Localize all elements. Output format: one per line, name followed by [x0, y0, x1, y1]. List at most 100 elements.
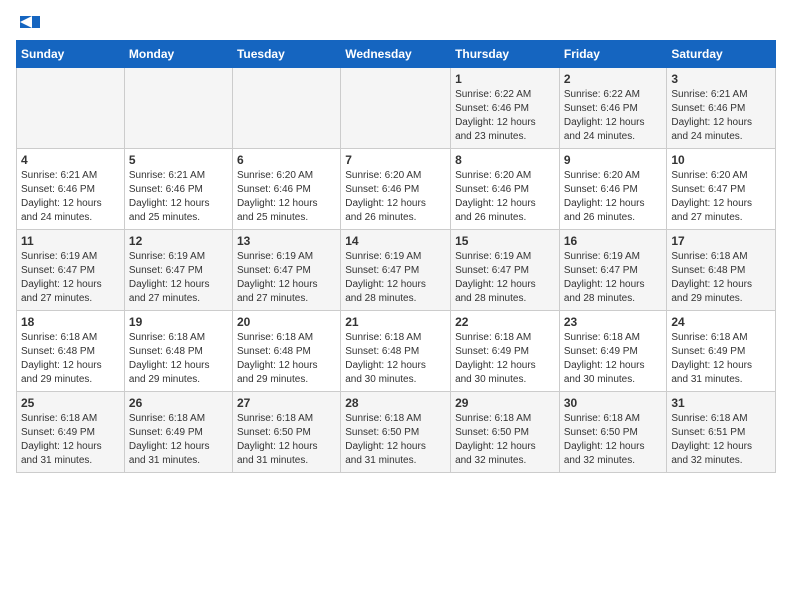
- calendar-cell: 11Sunrise: 6:19 AM Sunset: 6:47 PM Dayli…: [17, 230, 125, 311]
- calendar-cell: 13Sunrise: 6:19 AM Sunset: 6:47 PM Dayli…: [232, 230, 340, 311]
- calendar-cell: 31 Sunrise: 6:18 AM Sunset: 6:51 PM Dayli…: [667, 392, 776, 473]
- day-info: Sunrise: 6:18 AM Sunset: 6:49 PM Dayligh…: [455, 331, 555, 387]
- day-number: 20: [237, 315, 336, 329]
- day-info: Sunrise: 6:19 AM Sunset: 6:47 PM Dayligh…: [455, 250, 555, 306]
- calendar-cell: 17 Sunrise: 6:18 AM Sunset: 6:48 PM Dayli…: [667, 230, 776, 311]
- calendar-cell: 2Sunrise: 6:22 AM Sunset: 6:46 PM Daylig…: [559, 68, 667, 149]
- calendar-cell: 28 Sunrise: 6:18 AM Sunset: 6:50 PM Dayli…: [341, 392, 451, 473]
- calendar-cell: 5 Sunrise: 6:21 AM Sunset: 6:46 PM Daylig…: [124, 149, 232, 230]
- day-info: Sunrise: 6:20 AM Sunset: 6:46 PM Dayligh…: [564, 169, 663, 225]
- day-info: Sunrise: 6:18 AM Sunset: 6:49 PM Dayligh…: [129, 412, 228, 468]
- day-info: Sunrise: 6:22 AM Sunset: 6:46 PM Dayligh…: [455, 88, 555, 144]
- day-number: 6: [237, 153, 336, 167]
- day-info: Sunrise: 6:19 AM Sunset: 6:47 PM Dayligh…: [21, 250, 120, 306]
- day-number: 12: [129, 234, 228, 248]
- calendar-header: SundayMondayTuesdayWednesdayThursdayFrid…: [17, 41, 776, 68]
- header-day-monday: Monday: [124, 41, 232, 68]
- day-info: Sunrise: 6:18 AM Sunset: 6:48 PM Dayligh…: [345, 331, 446, 387]
- day-info: Sunrise: 6:18 AM Sunset: 6:48 PM Dayligh…: [237, 331, 336, 387]
- logo-flag-icon: [18, 16, 40, 34]
- calendar-cell: 21 Sunrise: 6:18 AM Sunset: 6:48 PM Dayli…: [341, 311, 451, 392]
- day-number: 3: [671, 72, 771, 86]
- calendar-cell: [232, 68, 340, 149]
- calendar-cell: 24Sunrise: 6:18 AM Sunset: 6:49 PM Dayli…: [667, 311, 776, 392]
- calendar-cell: 8 Sunrise: 6:20 AM Sunset: 6:46 PM Daylig…: [451, 149, 560, 230]
- day-number: 17: [671, 234, 771, 248]
- day-info: Sunrise: 6:18 AM Sunset: 6:48 PM Dayligh…: [671, 250, 771, 306]
- day-number: 18: [21, 315, 120, 329]
- week-row-4: 18 Sunrise: 6:18 AM Sunset: 6:48 PM Dayli…: [17, 311, 776, 392]
- calendar-cell: 26 Sunrise: 6:18 AM Sunset: 6:49 PM Dayli…: [124, 392, 232, 473]
- day-number: 2: [564, 72, 663, 86]
- calendar-cell: 7 Sunrise: 6:20 AM Sunset: 6:46 PM Daylig…: [341, 149, 451, 230]
- day-info: Sunrise: 6:18 AM Sunset: 6:48 PM Dayligh…: [21, 331, 120, 387]
- day-number: 28: [345, 396, 446, 410]
- day-number: 9: [564, 153, 663, 167]
- calendar-cell: 14Sunrise: 6:19 AM Sunset: 6:47 PM Dayli…: [341, 230, 451, 311]
- day-info: Sunrise: 6:20 AM Sunset: 6:46 PM Dayligh…: [455, 169, 555, 225]
- calendar-cell: 18 Sunrise: 6:18 AM Sunset: 6:48 PM Dayli…: [17, 311, 125, 392]
- calendar-cell: 1Sunrise: 6:22 AM Sunset: 6:46 PM Daylig…: [451, 68, 560, 149]
- day-number: 24: [671, 315, 771, 329]
- day-number: 7: [345, 153, 446, 167]
- day-number: 4: [21, 153, 120, 167]
- day-number: 29: [455, 396, 555, 410]
- calendar-cell: 23Sunrise: 6:18 AM Sunset: 6:49 PM Dayli…: [559, 311, 667, 392]
- header-day-wednesday: Wednesday: [341, 41, 451, 68]
- day-info: Sunrise: 6:18 AM Sunset: 6:48 PM Dayligh…: [129, 331, 228, 387]
- calendar-cell: 22 Sunrise: 6:18 AM Sunset: 6:49 PM Dayli…: [451, 311, 560, 392]
- calendar-cell: 9 Sunrise: 6:20 AM Sunset: 6:46 PM Daylig…: [559, 149, 667, 230]
- calendar-cell: [341, 68, 451, 149]
- day-info: Sunrise: 6:20 AM Sunset: 6:47 PM Dayligh…: [671, 169, 771, 225]
- day-info: Sunrise: 6:21 AM Sunset: 6:46 PM Dayligh…: [129, 169, 228, 225]
- header-row: SundayMondayTuesdayWednesdayThursdayFrid…: [17, 41, 776, 68]
- calendar-cell: 27Sunrise: 6:18 AM Sunset: 6:50 PM Dayli…: [232, 392, 340, 473]
- calendar-cell: 29 Sunrise: 6:18 AM Sunset: 6:50 PM Dayli…: [451, 392, 560, 473]
- day-info: Sunrise: 6:18 AM Sunset: 6:50 PM Dayligh…: [564, 412, 663, 468]
- day-number: 5: [129, 153, 228, 167]
- day-number: 21: [345, 315, 446, 329]
- day-info: Sunrise: 6:19 AM Sunset: 6:47 PM Dayligh…: [564, 250, 663, 306]
- day-info: Sunrise: 6:18 AM Sunset: 6:49 PM Dayligh…: [21, 412, 120, 468]
- header-day-thursday: Thursday: [451, 41, 560, 68]
- day-number: 8: [455, 153, 555, 167]
- week-row-3: 11Sunrise: 6:19 AM Sunset: 6:47 PM Dayli…: [17, 230, 776, 311]
- day-info: Sunrise: 6:18 AM Sunset: 6:51 PM Dayligh…: [671, 412, 771, 468]
- header-day-tuesday: Tuesday: [232, 41, 340, 68]
- calendar-cell: 20 Sunrise: 6:18 AM Sunset: 6:48 PM Dayli…: [232, 311, 340, 392]
- calendar-cell: 6 Sunrise: 6:20 AM Sunset: 6:46 PM Daylig…: [232, 149, 340, 230]
- day-number: 31: [671, 396, 771, 410]
- week-row-2: 4 Sunrise: 6:21 AM Sunset: 6:46 PM Daylig…: [17, 149, 776, 230]
- calendar-cell: [17, 68, 125, 149]
- day-number: 19: [129, 315, 228, 329]
- day-number: 25: [21, 396, 120, 410]
- day-number: 30: [564, 396, 663, 410]
- calendar-cell: 10 Sunrise: 6:20 AM Sunset: 6:47 PM Dayli…: [667, 149, 776, 230]
- week-row-1: 1Sunrise: 6:22 AM Sunset: 6:46 PM Daylig…: [17, 68, 776, 149]
- day-info: Sunrise: 6:20 AM Sunset: 6:46 PM Dayligh…: [237, 169, 336, 225]
- day-number: 22: [455, 315, 555, 329]
- calendar-cell: 25 Sunrise: 6:18 AM Sunset: 6:49 PM Dayli…: [17, 392, 125, 473]
- calendar-cell: 19 Sunrise: 6:18 AM Sunset: 6:48 PM Dayli…: [124, 311, 232, 392]
- day-number: 13: [237, 234, 336, 248]
- day-number: 16: [564, 234, 663, 248]
- calendar-table: SundayMondayTuesdayWednesdayThursdayFrid…: [16, 40, 776, 473]
- day-number: 14: [345, 234, 446, 248]
- day-number: 10: [671, 153, 771, 167]
- day-info: Sunrise: 6:18 AM Sunset: 6:50 PM Dayligh…: [345, 412, 446, 468]
- header-day-saturday: Saturday: [667, 41, 776, 68]
- week-row-5: 25 Sunrise: 6:18 AM Sunset: 6:49 PM Dayli…: [17, 392, 776, 473]
- day-number: 26: [129, 396, 228, 410]
- calendar-cell: 12 Sunrise: 6:19 AM Sunset: 6:47 PM Dayli…: [124, 230, 232, 311]
- calendar-cell: 16 Sunrise: 6:19 AM Sunset: 6:47 PM Dayli…: [559, 230, 667, 311]
- day-info: Sunrise: 6:21 AM Sunset: 6:46 PM Dayligh…: [21, 169, 120, 225]
- day-info: Sunrise: 6:21 AM Sunset: 6:46 PM Dayligh…: [671, 88, 771, 144]
- page-header: [16, 16, 776, 30]
- calendar-cell: 4 Sunrise: 6:21 AM Sunset: 6:46 PM Daylig…: [17, 149, 125, 230]
- day-number: 27: [237, 396, 336, 410]
- day-info: Sunrise: 6:18 AM Sunset: 6:50 PM Dayligh…: [455, 412, 555, 468]
- calendar-cell: 30 Sunrise: 6:18 AM Sunset: 6:50 PM Dayli…: [559, 392, 667, 473]
- day-info: Sunrise: 6:19 AM Sunset: 6:47 PM Dayligh…: [129, 250, 228, 306]
- logo: [16, 16, 40, 30]
- day-info: Sunrise: 6:20 AM Sunset: 6:46 PM Dayligh…: [345, 169, 446, 225]
